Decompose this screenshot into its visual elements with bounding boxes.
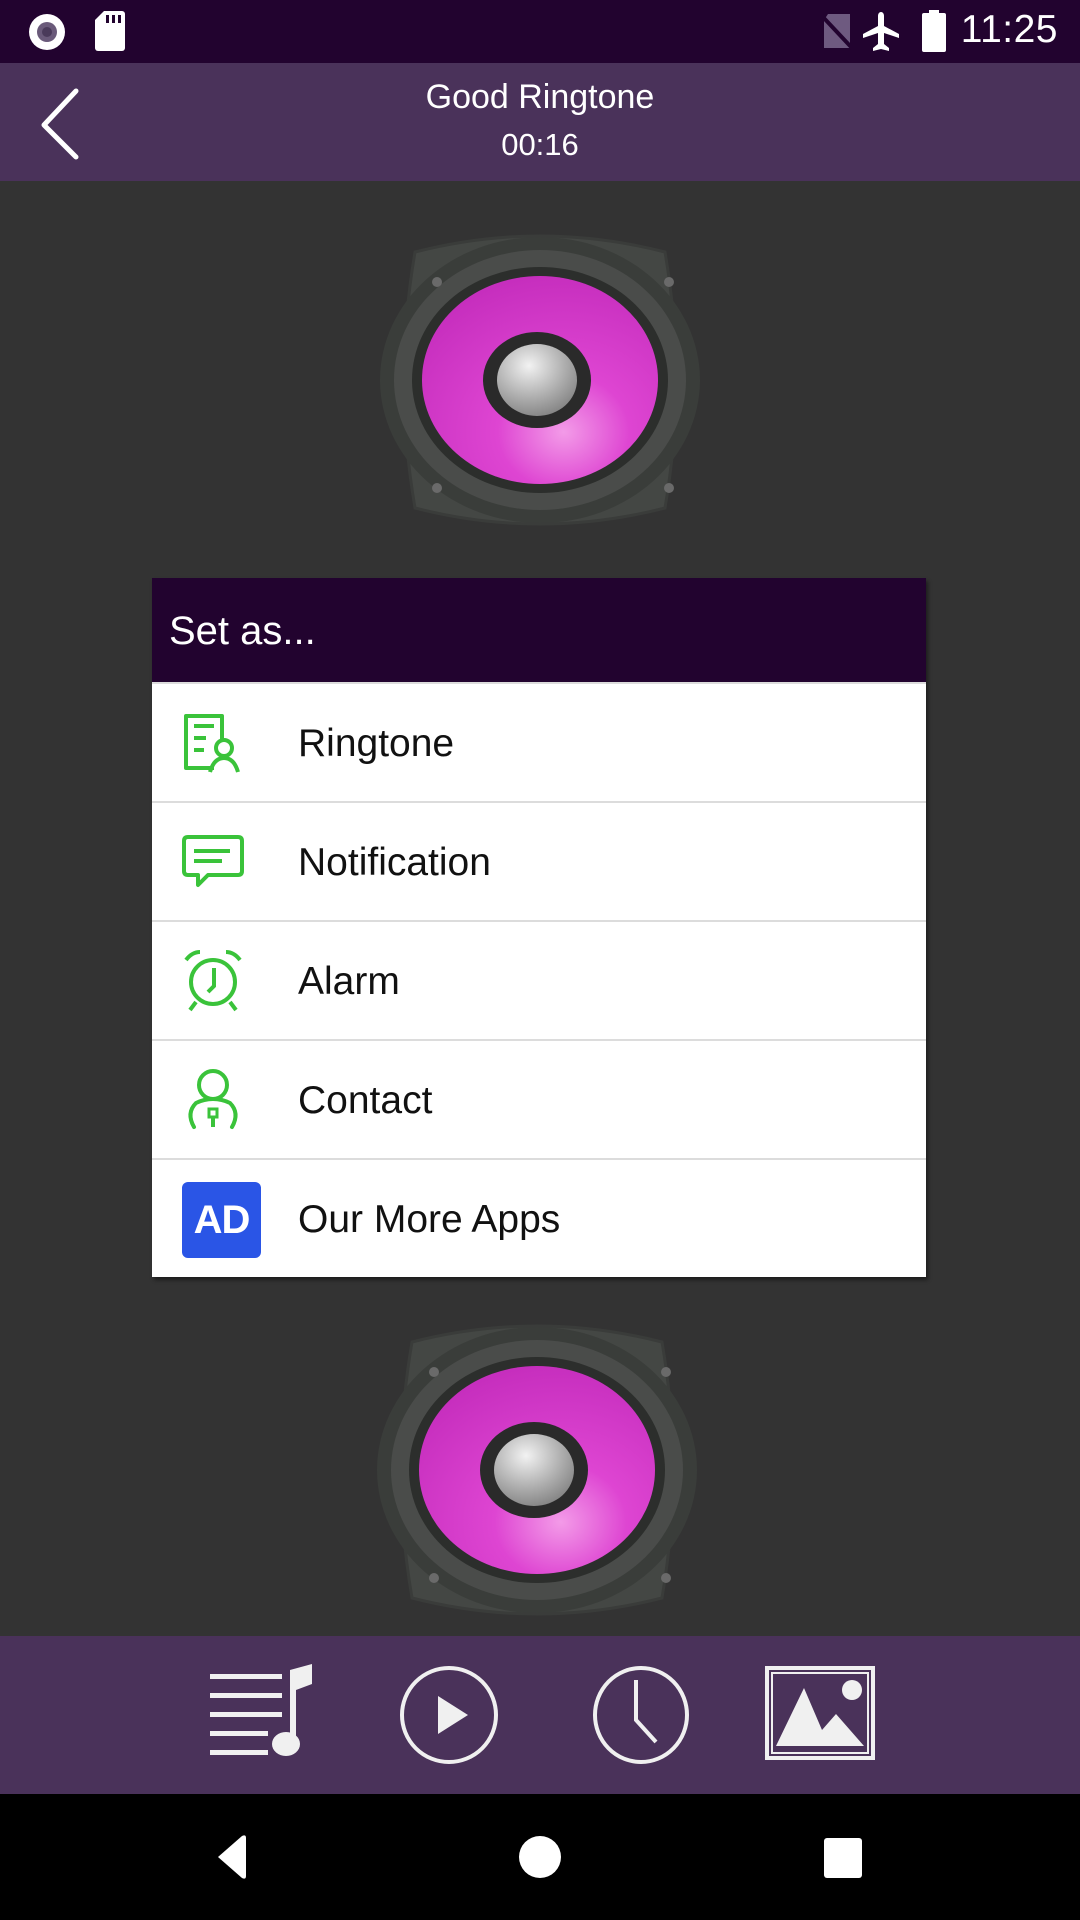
notification-label: Notification [298, 841, 491, 884]
clock-time: 11:25 [960, 8, 1058, 51]
no-sim-icon [820, 14, 854, 50]
speaker-image-bottom [377, 1324, 697, 1616]
status-bar: 11:25 [0, 0, 1080, 63]
nav-back-button[interactable] [196, 1824, 276, 1890]
ringtone-duration: 00:16 [501, 127, 579, 162]
person-icon [188, 1069, 238, 1129]
home-circle-icon [519, 1836, 561, 1878]
contact-label: Contact [298, 1079, 433, 1122]
record-icon [29, 14, 65, 50]
recents-square-icon [824, 1838, 862, 1878]
sd-card-icon [95, 11, 125, 51]
app-bar: Good Ringtone 00:16 [0, 63, 1080, 181]
message-bubble-icon [182, 835, 244, 887]
our-more-apps-label: Our More Apps [298, 1198, 561, 1241]
speaker-image-top [380, 234, 700, 526]
ad-badge-icon: AD [182, 1182, 261, 1258]
playlist-music-icon [210, 1664, 312, 1756]
bottom-toolbar [0, 1636, 1080, 1794]
system-nav-bar [0, 1794, 1080, 1920]
play-circle-icon [400, 1666, 498, 1764]
ringtone-contact-card-icon [184, 714, 240, 773]
nav-home-button[interactable] [500, 1824, 580, 1890]
airplane-mode-icon [863, 12, 899, 51]
ringtone-label: Ringtone [298, 722, 455, 765]
playlist-button[interactable] [206, 1664, 324, 1766]
image-icon [765, 1666, 875, 1760]
clock-icon [593, 1666, 689, 1764]
play-button[interactable] [398, 1664, 500, 1766]
alarm-label: Alarm [298, 960, 400, 1003]
set-as-dialog: Set as... Ringtone Notification Alarm Co… [152, 578, 926, 1277]
screen: 11:25 Good Ringtone 00:16 Set as... Ring… [0, 0, 1080, 1920]
dialog-title: Set as... [152, 578, 926, 682]
alarm-clock-icon [184, 950, 242, 1012]
nav-recents-button[interactable] [804, 1824, 884, 1890]
wallpaper-button[interactable] [764, 1664, 876, 1766]
ringtone-title: Good Ringtone [425, 78, 655, 116]
set-as-ringtone-option[interactable]: Ringtone [152, 682, 926, 801]
battery-full-icon [922, 10, 946, 52]
set-as-contact-option[interactable]: Contact [152, 1039, 926, 1158]
set-as-alarm-option[interactable]: Alarm [152, 920, 926, 1039]
history-button[interactable] [590, 1664, 692, 1766]
our-more-apps-option[interactable]: AD Our More Apps [152, 1158, 926, 1277]
back-triangle-icon [218, 1835, 246, 1879]
set-as-notification-option[interactable]: Notification [152, 801, 926, 920]
